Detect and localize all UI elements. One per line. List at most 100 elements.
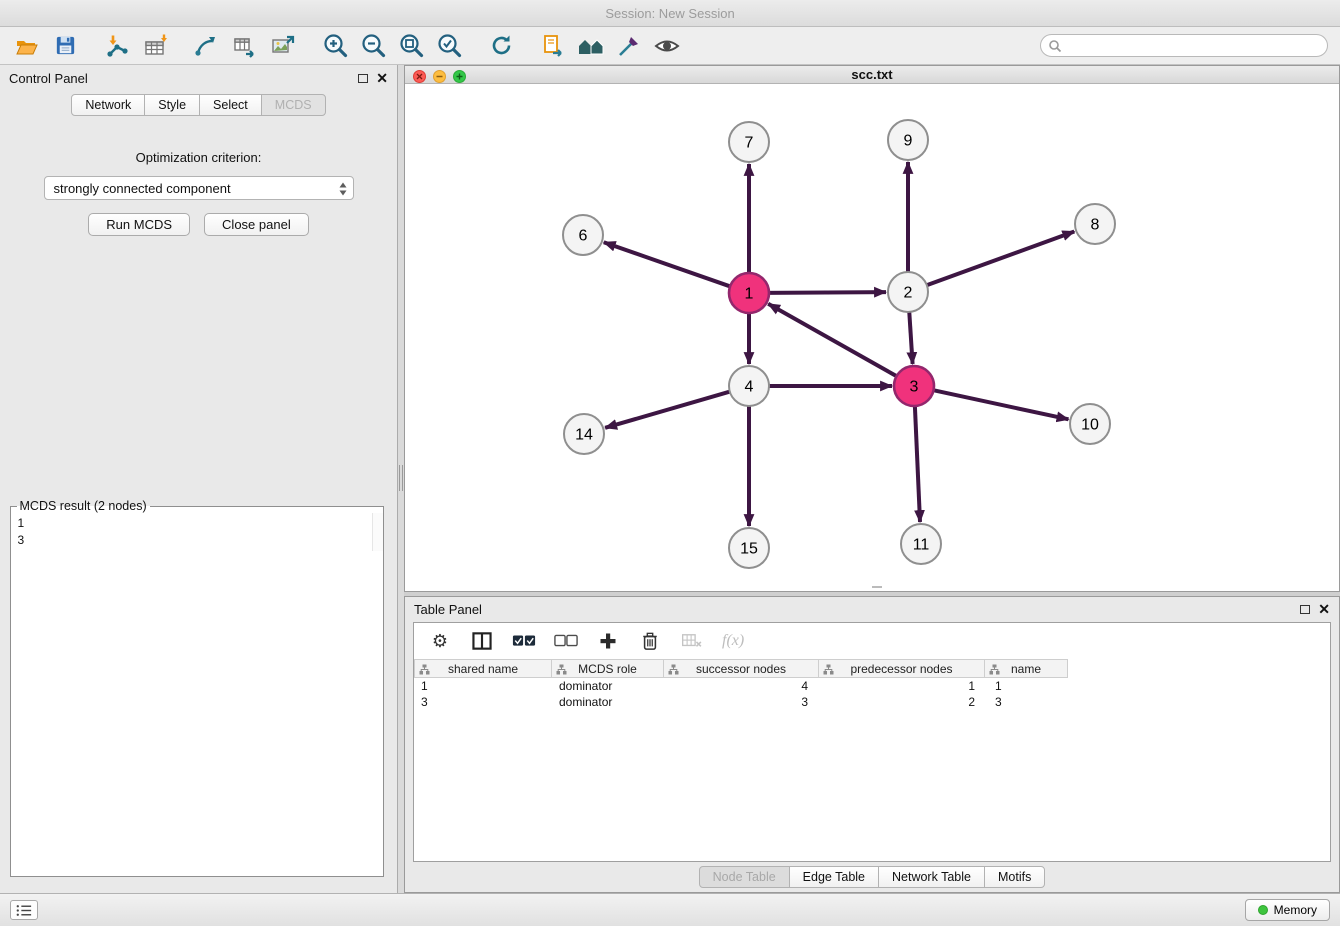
function-builder-button[interactable]: f(x) xyxy=(722,629,744,653)
column-type-icon xyxy=(419,664,430,675)
zoom-selected-button[interactable] xyxy=(434,31,464,61)
memory-label: Memory xyxy=(1274,903,1317,917)
new-network-button[interactable] xyxy=(192,31,222,61)
graph-edge[interactable] xyxy=(932,390,1069,420)
tab-network-table[interactable]: Network Table xyxy=(878,866,985,888)
column-type-icon xyxy=(989,664,1000,675)
graph-node[interactable]: 3 xyxy=(894,366,934,406)
close-panel-icon[interactable]: ✕ xyxy=(376,71,388,85)
export-image-button[interactable] xyxy=(268,31,298,61)
zoom-fit-button[interactable] xyxy=(396,31,426,61)
tab-edge-table[interactable]: Edge Table xyxy=(789,866,879,888)
delete-table-button[interactable] xyxy=(680,629,704,653)
panel-splitter[interactable] xyxy=(398,65,404,893)
criterion-dropdown[interactable]: strongly connected component xyxy=(44,176,354,200)
table-row[interactable]: 1dominator411 xyxy=(414,678,1330,694)
float-panel-icon[interactable] xyxy=(358,74,368,83)
float-table-panel-icon[interactable] xyxy=(1300,605,1310,614)
table-cell[interactable]: dominator xyxy=(552,678,665,694)
tab-select[interactable]: Select xyxy=(199,94,262,116)
add-row-button[interactable] xyxy=(596,629,620,653)
tab-network[interactable]: Network xyxy=(71,94,145,116)
graph-edge[interactable] xyxy=(909,310,912,364)
graph-edge[interactable] xyxy=(915,404,920,522)
table-cell[interactable]: 3 xyxy=(988,694,1072,710)
run-mcds-button[interactable]: Run MCDS xyxy=(88,213,190,236)
table-cell[interactable]: 1 xyxy=(821,678,988,694)
new-network-table-button[interactable] xyxy=(230,31,260,61)
tab-style[interactable]: Style xyxy=(144,94,200,116)
graph-node[interactable]: 7 xyxy=(729,122,769,162)
mcds-result-box: MCDS result (2 nodes) 1 3 xyxy=(10,499,384,877)
graph-node[interactable]: 6 xyxy=(563,215,603,255)
search-input[interactable] xyxy=(1040,34,1328,57)
graph-node[interactable]: 15 xyxy=(729,528,769,568)
share-arrows-icon xyxy=(194,33,220,59)
table-cell[interactable]: 3 xyxy=(665,694,821,710)
search-container xyxy=(1040,34,1328,57)
style-brush-button[interactable] xyxy=(614,31,644,61)
column-header[interactable]: shared name xyxy=(414,659,552,678)
window-resize-grip[interactable] xyxy=(872,586,882,591)
network-table-icon xyxy=(232,33,258,59)
table-cell[interactable]: 3 xyxy=(414,694,552,710)
memory-button[interactable]: Memory xyxy=(1245,899,1330,921)
zoom-out-button[interactable] xyxy=(358,31,388,61)
graph-node[interactable]: 2 xyxy=(888,272,928,312)
duplicate-page-button[interactable] xyxy=(538,31,568,61)
table-cell[interactable]: 1 xyxy=(414,678,552,694)
select-all-columns-button[interactable] xyxy=(512,629,536,653)
column-header[interactable]: MCDS role xyxy=(551,659,664,678)
graph-node[interactable]: 1 xyxy=(729,273,769,313)
result-scrollbar[interactable] xyxy=(372,513,383,551)
column-header[interactable]: name xyxy=(984,659,1068,678)
graph-node[interactable]: 4 xyxy=(729,366,769,406)
column-header[interactable]: successor nodes xyxy=(663,659,819,678)
show-graphics-details-button[interactable] xyxy=(652,31,682,61)
table-cell[interactable]: 2 xyxy=(821,694,988,710)
tab-motifs[interactable]: Motifs xyxy=(984,866,1045,888)
graph-node[interactable]: 9 xyxy=(888,120,928,160)
graph-node[interactable]: 14 xyxy=(564,414,604,454)
open-file-button[interactable] xyxy=(12,31,42,61)
delete-row-button[interactable] xyxy=(638,629,662,653)
network-graph[interactable]: 7 9 6 8 1 2 4 3 14 10 15 11 xyxy=(405,84,1339,588)
save-session-button[interactable] xyxy=(50,31,80,61)
close-table-panel-icon[interactable]: ✕ xyxy=(1318,602,1330,616)
refresh-button[interactable] xyxy=(486,31,516,61)
graph-node[interactable]: 11 xyxy=(901,524,941,564)
column-type-icon xyxy=(668,664,679,675)
graph-node[interactable]: 10 xyxy=(1070,404,1110,444)
column-header[interactable]: predecessor nodes xyxy=(818,659,985,678)
graph-edge[interactable] xyxy=(605,391,732,428)
table-cell[interactable]: dominator xyxy=(552,694,665,710)
checked-boxes-icon xyxy=(512,634,536,648)
table-cell[interactable]: 1 xyxy=(988,678,1072,694)
graph-node-label: 10 xyxy=(1081,417,1099,434)
show-panels-button[interactable] xyxy=(10,900,38,920)
show-columns-button[interactable] xyxy=(470,629,494,653)
close-window-icon[interactable] xyxy=(413,70,426,83)
graph-edge[interactable] xyxy=(604,242,732,287)
graph-edge[interactable] xyxy=(768,304,898,377)
zoom-in-button[interactable] xyxy=(320,31,350,61)
table-settings-button[interactable]: ⚙ xyxy=(428,629,452,653)
tab-node-table[interactable]: Node Table xyxy=(699,866,790,888)
network-canvas[interactable]: 7 9 6 8 1 2 4 3 14 10 15 11 xyxy=(405,84,1339,591)
table-cell[interactable]: 4 xyxy=(665,678,821,694)
network-window-titlebar[interactable]: scc.txt xyxy=(405,66,1339,84)
close-panel-button[interactable]: Close panel xyxy=(204,213,309,236)
splitter-grip[interactable] xyxy=(399,465,403,491)
tab-mcds[interactable]: MCDS xyxy=(261,94,326,116)
deselect-all-columns-button[interactable] xyxy=(554,629,578,653)
minimize-window-icon[interactable] xyxy=(433,70,446,83)
import-table-button[interactable] xyxy=(140,31,170,61)
zoom-window-icon[interactable] xyxy=(453,70,466,83)
table-row[interactable]: 3dominator323 xyxy=(414,694,1330,710)
import-network-button[interactable] xyxy=(102,31,132,61)
graph-node[interactable]: 8 xyxy=(1075,204,1115,244)
graph-edge[interactable] xyxy=(767,292,886,293)
graph-edge[interactable] xyxy=(925,232,1074,286)
zoom-out-icon xyxy=(360,32,387,59)
homology-button[interactable] xyxy=(576,31,606,61)
